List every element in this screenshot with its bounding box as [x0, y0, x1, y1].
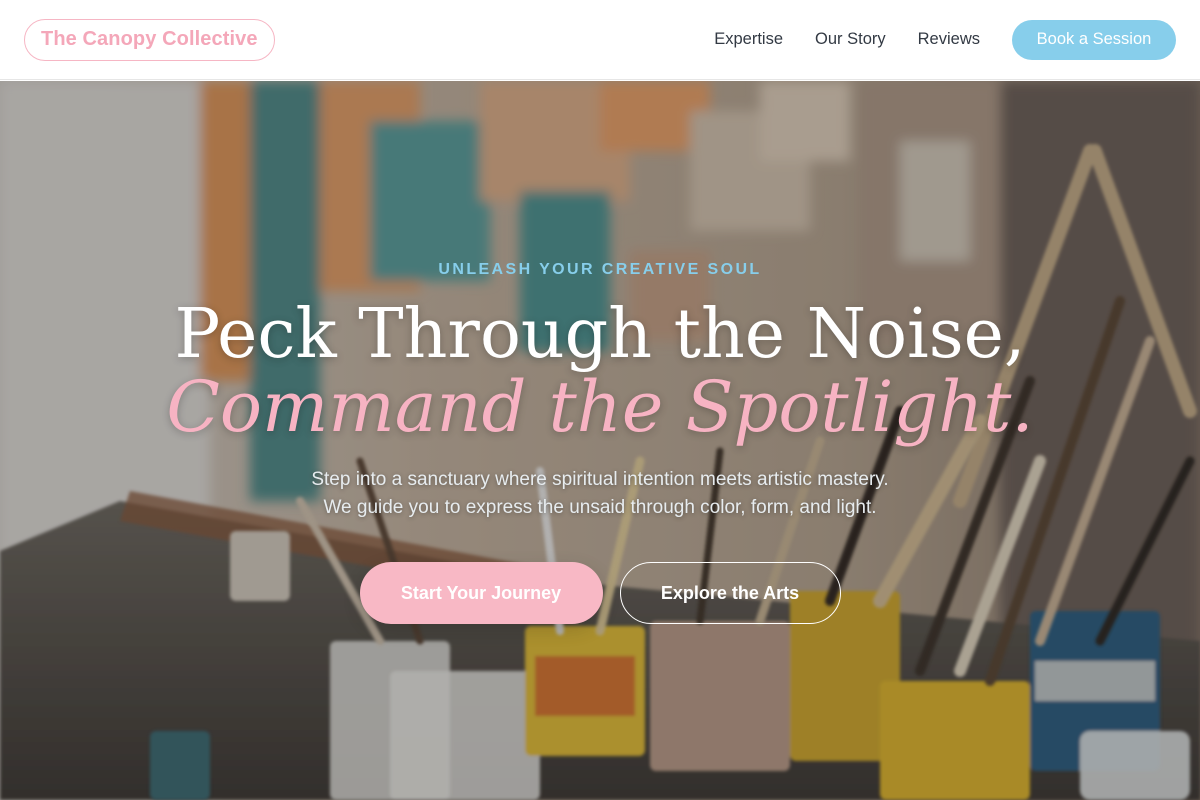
nav-menu: Expertise Our Story Reviews Book a Sessi…	[714, 19, 1176, 60]
hero-subtitle-line2: We guide you to express the unsaid throu…	[323, 497, 877, 518]
nav-link-reviews[interactable]: Reviews	[918, 30, 980, 49]
explore-arts-button[interactable]: Explore the Arts	[619, 562, 841, 624]
book-session-button[interactable]: Book a Session	[1012, 19, 1176, 60]
hero-cta-row: Start Your Journey Explore the Arts	[0, 562, 1200, 624]
hero-section: UNLEASH YOUR CREATIVE SOUL Peck Through …	[0, 81, 1200, 800]
hero-headline-line2: Command the Spotlight.	[166, 366, 1034, 448]
hero-subtitle-line1: Step into a sanctuary where spiritual in…	[311, 469, 889, 490]
hero-eyebrow: UNLEASH YOUR CREATIVE SOUL	[438, 261, 762, 278]
nav-link-expertise[interactable]: Expertise	[714, 30, 783, 49]
nav-link-our-story[interactable]: Our Story	[815, 30, 886, 49]
start-journey-button[interactable]: Start Your Journey	[359, 562, 603, 624]
hero-subtitle: Step into a sanctuary where spiritual in…	[0, 466, 1200, 522]
top-nav: The Canopy Collective Expertise Our Stor…	[0, 0, 1200, 80]
brand-logo[interactable]: The Canopy Collective	[24, 18, 275, 61]
hero-content: UNLEASH YOUR CREATIVE SOUL Peck Through …	[0, 81, 1200, 800]
